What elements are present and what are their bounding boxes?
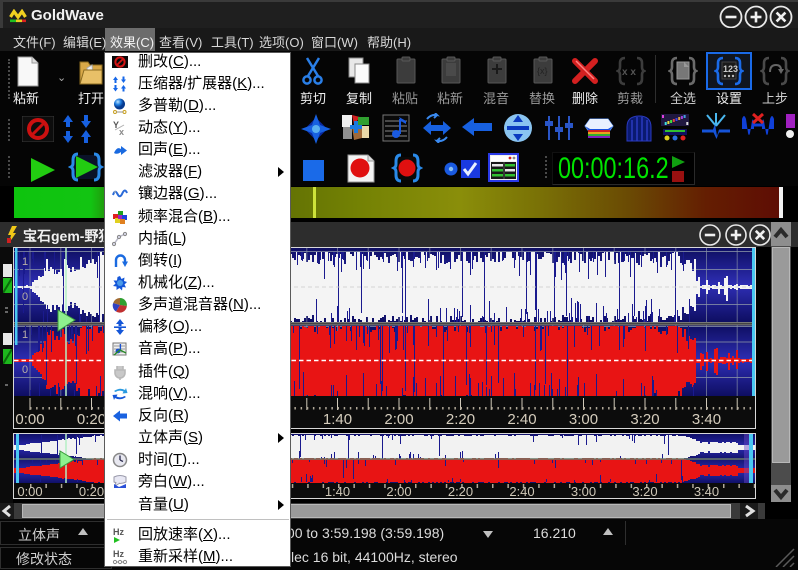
svg-text:1:40: 1:40 [323, 411, 352, 428]
svg-text:3:40: 3:40 [694, 484, 719, 498]
svg-text:0:00: 0:00 [15, 411, 44, 428]
svg-text:0: 0 [22, 291, 28, 303]
svg-text:2:40: 2:40 [509, 484, 534, 498]
svg-text:3:20: 3:20 [630, 411, 659, 428]
svg-text:0:20: 0:20 [79, 484, 104, 498]
svg-text:1: 1 [22, 329, 28, 341]
svg-text:3:00: 3:00 [571, 484, 596, 498]
svg-text:{x}: {x} [537, 66, 548, 76]
svg-text:1:40: 1:40 [325, 484, 350, 498]
svg-text:0:20: 0:20 [77, 411, 106, 428]
svg-text:0: 0 [22, 364, 28, 376]
svg-text:x: x [119, 127, 124, 136]
svg-text:0:00: 0:00 [17, 484, 42, 498]
svg-text:Hz: Hz [113, 527, 124, 537]
svg-text:x x: x x [622, 67, 636, 78]
svg-text:Hz: Hz [113, 549, 124, 559]
svg-text:2:40: 2:40 [507, 411, 536, 428]
svg-text:123: 123 [723, 64, 738, 74]
svg-text:2:00: 2:00 [386, 484, 411, 498]
svg-text:2:20: 2:20 [448, 484, 473, 498]
svg-text:1: 1 [22, 256, 28, 268]
svg-text:3:40: 3:40 [692, 411, 721, 428]
svg-text:3:00: 3:00 [569, 411, 598, 428]
svg-text:2:00: 2:00 [384, 411, 413, 428]
svg-text:2:20: 2:20 [446, 411, 475, 428]
svg-text:3:20: 3:20 [632, 484, 657, 498]
